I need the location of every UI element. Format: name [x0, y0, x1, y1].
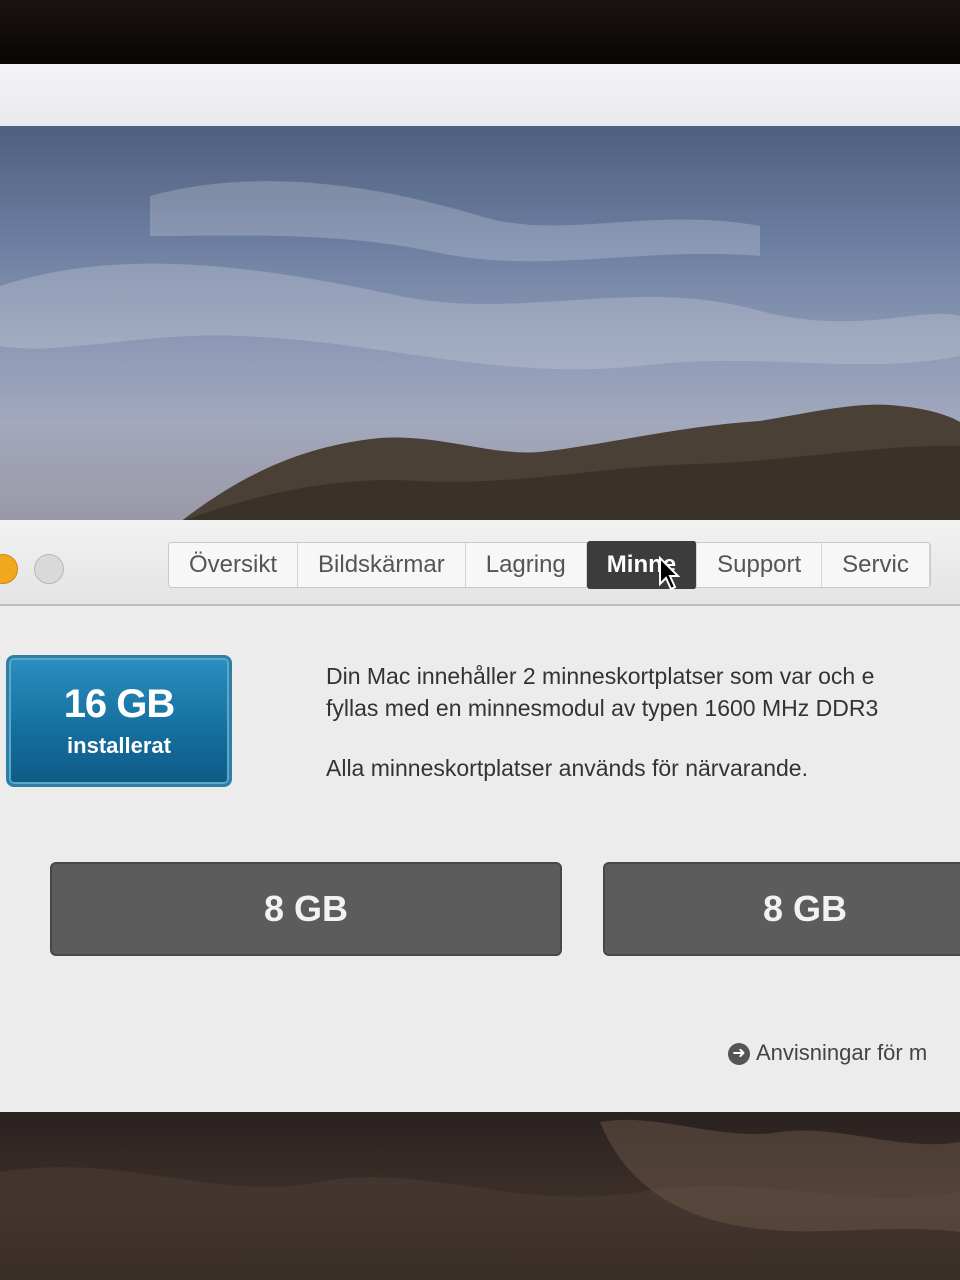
desktop-wallpaper	[0, 126, 960, 522]
tab-bar: Översikt Bildskärmar Lagring Minne Suppo…	[168, 541, 931, 589]
memory-total: 16 GB	[63, 682, 176, 726]
minimize-button[interactable]	[0, 554, 18, 584]
mouse-pointer-icon	[659, 556, 681, 591]
memory-instructions-link[interactable]: ➜ Anvisningar för m	[728, 1040, 927, 1066]
description-line-1: Din Mac innehåller 2 minneskortplatser s…	[326, 663, 875, 689]
description-line-3: Alla minneskortplatser används för närva…	[326, 755, 808, 781]
memory-slot-2: 8 GB	[603, 862, 960, 956]
memory-description: Din Mac innehåller 2 minneskortplatser s…	[326, 660, 960, 784]
menu-bar	[0, 64, 960, 127]
screen-bezel	[0, 0, 960, 64]
memory-total-badge: 16 GB installerat	[6, 655, 232, 787]
description-line-2: fyllas med en minnesmodul av typen 1600 …	[326, 695, 879, 721]
tab-bildskarmar[interactable]: Bildskärmar	[298, 543, 466, 587]
tab-service[interactable]: Servic	[822, 543, 930, 587]
about-this-mac-window: Översikt Bildskärmar Lagring Minne Suppo…	[0, 520, 960, 1112]
tab-lagring[interactable]: Lagring	[466, 543, 587, 587]
window-toolbar: Översikt Bildskärmar Lagring Minne Suppo…	[0, 520, 960, 606]
zoom-button[interactable]	[34, 554, 64, 584]
memory-instructions-label: Anvisningar för m	[756, 1040, 928, 1065]
memory-total-label: installerat	[67, 733, 171, 758]
tab-oversikt[interactable]: Översikt	[169, 543, 299, 587]
arrow-right-circle-icon: ➜	[728, 1043, 750, 1066]
memory-slot-1: 8 GB	[50, 862, 562, 956]
desktop-wallpaper-bottom	[0, 1112, 960, 1280]
tab-support[interactable]: Support	[697, 543, 823, 587]
